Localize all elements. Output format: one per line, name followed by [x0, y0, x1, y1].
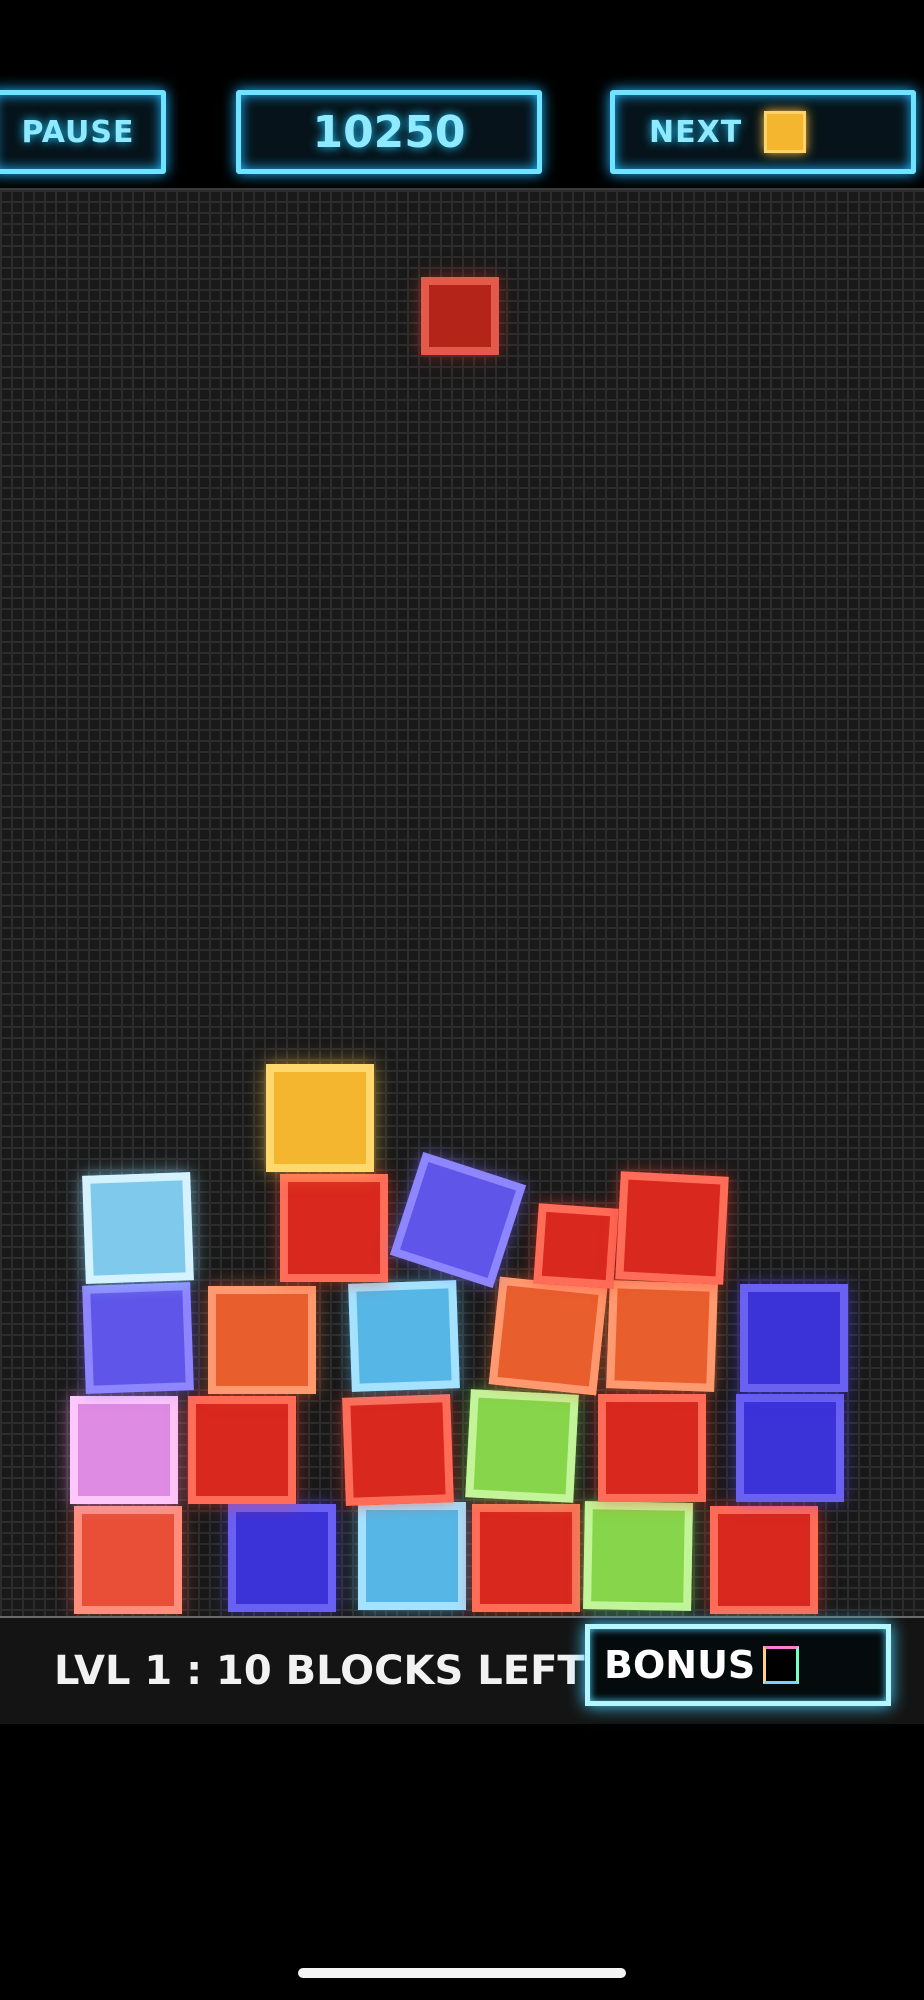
stack-block	[74, 1506, 182, 1614]
stack-block	[598, 1394, 706, 1502]
stack-block	[606, 1280, 718, 1392]
stack-block	[472, 1504, 580, 1612]
stack-block	[348, 1280, 460, 1392]
next-label: NEXT	[649, 114, 743, 150]
stack-block	[82, 1172, 194, 1284]
next-block-swatch	[764, 111, 807, 153]
stack-block	[280, 1174, 388, 1282]
next-block-preview: NEXT	[610, 90, 916, 174]
stack-block	[583, 1501, 693, 1611]
stack-block	[740, 1284, 848, 1392]
bonus-button[interactable]: BONUS	[585, 1624, 891, 1706]
stack-block	[710, 1506, 818, 1614]
stack-block	[736, 1394, 844, 1502]
stack-block	[266, 1064, 374, 1172]
stack-block	[533, 1203, 619, 1289]
pause-button[interactable]: PAUSE	[0, 90, 166, 174]
stack-block	[70, 1396, 178, 1504]
stack-block	[488, 1276, 608, 1396]
stack-block	[208, 1286, 316, 1394]
stack-block	[358, 1502, 466, 1610]
stack-block	[342, 1394, 454, 1506]
level-status: LVL 1 : 10 BLOCKS LEFT	[54, 1648, 585, 1694]
score-display: 10250	[236, 90, 542, 174]
home-indicator[interactable]	[298, 1968, 626, 1978]
falling-block[interactable]	[421, 277, 499, 355]
stack-block	[615, 1171, 729, 1285]
stack-block	[465, 1389, 579, 1503]
stack-block	[188, 1396, 296, 1504]
stack-block	[82, 1282, 194, 1394]
bonus-label: BONUS	[604, 1643, 756, 1687]
bonus-swatch	[763, 1646, 800, 1684]
stack-block	[228, 1504, 336, 1612]
